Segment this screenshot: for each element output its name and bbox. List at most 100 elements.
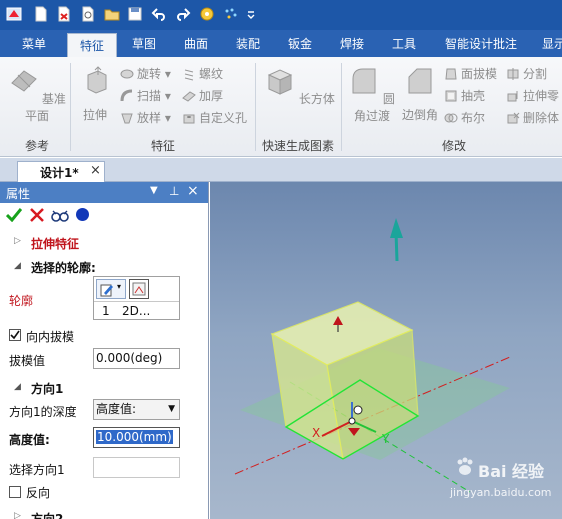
extrude-part-icon [507, 91, 518, 102]
revolve-button[interactable]: 旋转 ▾ [120, 65, 171, 83]
group-feature-label: 特征 [150, 139, 175, 153]
datum-plane-button[interactable]: 基准平面 [8, 65, 66, 124]
triad-handle[interactable] [353, 405, 363, 415]
expand-direction2-icon[interactable]: ▷ [14, 511, 21, 519]
profile-list[interactable]: ▾ 1 2D... [93, 276, 180, 320]
sketch-view-button[interactable] [129, 279, 149, 299]
paw-logo-icon [457, 457, 473, 475]
group-reference-label: 参考 [24, 139, 49, 153]
redo-icon[interactable] [175, 6, 191, 22]
draft-inward-label: 向内拔模 [26, 330, 75, 344]
profile-item-name[interactable]: 2D... [122, 304, 150, 318]
thread-label: 螺纹 [199, 67, 224, 81]
direction1-depth-select[interactable]: 高度值: ▼ [93, 399, 180, 420]
fillet-button[interactable]: 圆角过渡 [346, 65, 398, 124]
custom-hole-button[interactable]: 自定义孔 [182, 109, 247, 127]
tab-tools[interactable]: 工具 [380, 30, 428, 57]
close-panel-icon[interactable]: × [187, 183, 199, 199]
preview-glasses-icon[interactable] [51, 208, 69, 222]
height-value-field[interactable]: 10.000(mm) [93, 427, 180, 448]
draft-inward-checkbox[interactable] [9, 329, 21, 341]
new-file-icon[interactable] [33, 6, 49, 22]
chevron-down-icon: ▼ [168, 404, 175, 414]
height-value-text: 10.000(mm) [96, 430, 173, 444]
boolean-label: 布尔 [461, 111, 486, 125]
panel-title: 属性 [6, 187, 31, 201]
draft-value-field[interactable]: 0.000(deg) [93, 348, 180, 369]
extrude-button[interactable]: 拉伸 [74, 65, 116, 123]
tab-sheet-metal[interactable]: 钣金 [276, 30, 324, 57]
direction1-depth-value: 高度值: [96, 402, 137, 416]
thread-button[interactable]: 螺纹 [182, 65, 223, 83]
confirm-icon[interactable] [6, 208, 22, 222]
customize-dropdown-icon[interactable] [246, 6, 256, 22]
regenerate-icon[interactable] [199, 6, 215, 22]
template-icon[interactable] [80, 6, 96, 22]
tab-smart-annotation[interactable]: 智能设计批注 [438, 30, 524, 57]
face-draft-button[interactable]: 面拔模 [444, 65, 497, 83]
direction1-section-header[interactable]: ◢ 方向1 [0, 380, 208, 398]
draft-value-label: 拔模值 [9, 354, 46, 368]
select-direction1-field[interactable] [93, 457, 180, 478]
loft-button[interactable]: 放样 ▾ [120, 109, 171, 127]
new-design-icon[interactable] [56, 6, 72, 22]
extrude-part-label: 拉伸零 [523, 89, 560, 103]
cancel-icon[interactable] [30, 208, 44, 222]
save-icon[interactable] [127, 6, 143, 22]
sweep-label: 扫描 [137, 89, 162, 103]
expand-feature-icon[interactable]: ▷ [14, 236, 21, 246]
3d-viewport[interactable]: X Y Bai 经验 jingyan.baidu.com [210, 182, 562, 519]
thicken-button[interactable]: 加厚 [182, 87, 223, 105]
group-divider [70, 63, 71, 151]
direction1-depth-label: 方向1的深度 [9, 405, 77, 419]
height-value-label: 高度值: [9, 433, 50, 447]
sketch-view-icon [132, 282, 146, 296]
help-dot-icon[interactable] [75, 207, 90, 222]
panel-menu-icon[interactable]: ▼ [150, 185, 158, 196]
delete-body-button[interactable]: 删除体 [506, 109, 559, 127]
revolve-label: 旋转 [137, 67, 162, 81]
extrude-part-button[interactable]: 拉伸零 [506, 87, 559, 105]
group-divider [255, 63, 256, 151]
ribbon-panel: 基准平面 参考 拉伸 旋转 ▾ 扫描 ▾ 放样 ▾ 螺纹 加厚 自定义孔 特征 … [0, 57, 562, 157]
shell-button[interactable]: 抽壳 [444, 87, 485, 105]
collapse-profile-icon[interactable]: ◢ [14, 261, 21, 271]
tab-feature[interactable]: 特征 [67, 33, 117, 57]
tab-weld[interactable]: 焊接 [328, 30, 376, 57]
reverse-checkbox[interactable] [9, 486, 21, 498]
direction2-title: 方向2 [31, 512, 64, 519]
tab-display[interactable]: 显示 [534, 30, 562, 57]
pin-icon[interactable]: ⊥ [169, 184, 179, 198]
direction2-section-header[interactable]: ▷ 方向2 [0, 510, 208, 519]
tab-surface[interactable]: 曲面 [172, 30, 220, 57]
document-tab-bar: 设计1* × [0, 158, 562, 182]
sketch-picker-button[interactable]: ▾ [96, 279, 126, 299]
split-button[interactable]: 分割 [506, 65, 547, 83]
document-tab[interactable]: 设计1* × [17, 161, 105, 182]
tab-assembly[interactable]: 装配 [224, 30, 272, 57]
chamfer-button[interactable]: 边倒角 [400, 65, 440, 123]
watermark: Bai 经验 jingyan.baidu.com [450, 452, 560, 512]
tab-menu[interactable]: 菜单 [10, 30, 58, 57]
tab-sketch[interactable]: 草图 [120, 30, 168, 57]
extrude-label: 拉伸 [82, 108, 107, 122]
app-logo-icon[interactable] [6, 6, 22, 22]
sweep-button[interactable]: 扫描 ▾ [120, 87, 171, 105]
design-environment-icon[interactable] [223, 6, 239, 22]
profile-section-header[interactable]: ◢ 选择的轮廓: [0, 259, 208, 277]
delete-body-label: 删除体 [523, 111, 560, 125]
open-folder-icon[interactable] [104, 6, 120, 22]
list-divider [94, 301, 179, 302]
axis-x-label: X [312, 426, 321, 440]
feature-header-row[interactable]: ▷ 拉伸特征 [0, 235, 208, 253]
triad-origin[interactable] [348, 417, 356, 425]
cuboid-label: 长方体 [298, 92, 335, 106]
direction-arrow-icon[interactable] [390, 218, 403, 238]
cuboid-button[interactable]: 长方体 [262, 65, 338, 107]
undo-icon[interactable] [151, 6, 167, 22]
thicken-label: 加厚 [199, 89, 224, 103]
collapse-direction1-icon[interactable]: ◢ [14, 382, 21, 392]
split-label: 分割 [523, 67, 548, 81]
close-document-icon[interactable]: × [90, 163, 101, 178]
boolean-button[interactable]: 布尔 [444, 109, 485, 127]
